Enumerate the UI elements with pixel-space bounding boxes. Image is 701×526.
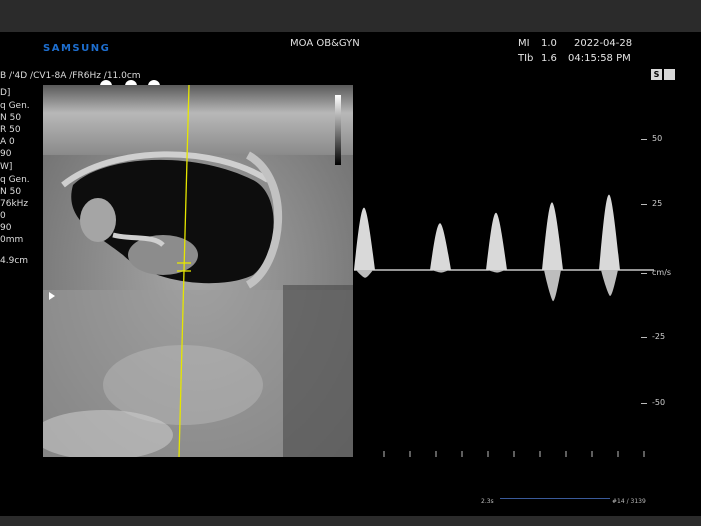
side-param-row: 90 [0,223,12,233]
exam-time: 04:15:58 PM [568,53,631,64]
doppler-waveform [354,194,654,457]
mi-label: MI [518,38,530,49]
doppler-peak [599,194,620,270]
settings-s-icon[interactable]: S [651,69,662,80]
side-param-row: 4.9cm [0,256,29,266]
probe-settings: B /'4D /CV1-8A /FR6Hz /11.0cm [0,71,141,81]
side-param-row: N 50 [0,113,22,123]
scale-label: 25 [652,199,663,208]
facility-name: MOA OB&GYN [290,38,360,49]
exam-date: 2022-04-28 [574,38,633,49]
brand-logo: SAMSUNG [43,43,111,54]
cine-timeline[interactable] [500,498,610,499]
doppler-trough [601,270,618,296]
side-param-row: D] [0,88,11,98]
side-param-row: 76kHz [0,199,29,209]
tib-label: TIb [518,53,534,64]
side-param-row: W] [0,162,13,172]
doppler-peak [542,202,563,270]
scale-tick [641,139,647,140]
scale-label: cm/s [652,268,672,277]
scale-label: -25 [652,332,666,341]
top-bar [0,0,701,32]
scale-label: -50 [652,398,666,407]
side-param-row: A 0 [0,137,15,147]
side-param-row: q Gen. [0,175,30,185]
scale-tick [641,204,647,205]
doppler-peak [486,212,507,270]
doppler-peak [354,207,375,270]
side-param-row: q Gen. [0,101,30,111]
doppler-trough [488,270,505,273]
side-param-row: N 50 [0,187,22,197]
doppler-trough [432,270,449,273]
doppler-peak [430,223,451,270]
side-param-row: 0 [0,211,6,221]
scale-tick [641,273,647,274]
frame-counter: #14 / 3139 [612,498,646,505]
mi-value: 1.0 [541,38,557,49]
bottom-bar [0,516,701,526]
side-param-row: R 50 [0,125,21,135]
focus-arrow-icon [49,292,55,300]
doppler-trough [544,270,561,302]
scale-tick [641,403,647,404]
side-param-row: 90 [0,149,12,159]
scale-tick [641,337,647,338]
doppler-spectrum[interactable] [354,85,654,457]
tib-value: 1.6 [541,53,557,64]
b-mode-image[interactable] [43,85,353,457]
side-param-row: 0mm [0,235,24,245]
scale-label: 50 [652,134,663,143]
ultrasound-picture [43,85,353,457]
cine-time: 2.3s [481,498,494,505]
doppler-trough [356,270,373,278]
grayscale-bar [335,95,341,165]
camera-icon[interactable] [664,69,675,80]
